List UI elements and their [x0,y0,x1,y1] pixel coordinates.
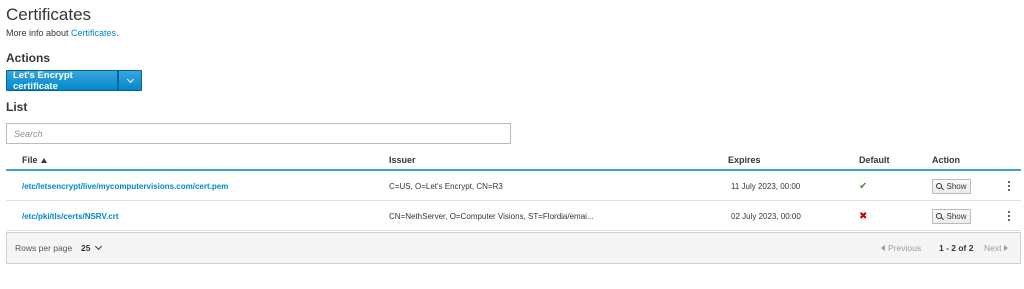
row-action: Show [932,201,971,231]
row-default: ✔ [859,171,867,201]
row-default: ✖ [859,201,867,231]
actions-title: Actions [6,51,51,65]
search-icon [936,182,943,190]
page-range: 1 - 2 of 2 [939,243,974,253]
row-action: Show [932,171,971,201]
rows-per-page-value: 25 [81,243,91,253]
more-info-text: More info about Certificates. [6,28,119,38]
rows-per-page-label: Rows per page [15,243,73,253]
lets-encrypt-dropdown-toggle[interactable] [118,70,142,91]
column-header-expires: Expires [728,155,761,165]
table-header: File Issuer Expires Default Action [6,149,1021,171]
show-button-label: Show [946,181,967,191]
table-row: /etc/letsencrypt/live/mycomputervisions.… [6,171,1021,201]
search-icon [936,212,943,220]
kebab-menu-icon[interactable] [1005,171,1013,201]
check-icon: ✔ [859,180,868,192]
more-info-prefix: More info about [6,28,72,38]
page-title: Certificates [6,5,92,24]
show-button-label: Show [946,211,967,221]
row-file-link[interactable]: /etc/letsencrypt/live/mycomputervisions.… [22,171,228,201]
certificates-link[interactable]: Certificates [71,28,116,38]
more-info-suffix: . [116,28,119,38]
row-issuer: C=US, O=Let's Encrypt, CN=R3 [389,181,503,191]
kebab-menu-icon[interactable] [1005,201,1013,231]
show-button[interactable]: Show [932,208,971,224]
certificates-table: File Issuer Expires Default Action /etc/… [6,149,1021,231]
lets-encrypt-button-group: Let's Encrypt certificate [6,70,142,92]
column-header-action: Action [932,155,960,165]
previous-label: Previous [888,243,922,253]
pagination-bar: Rows per page 25 Previous 1 - 2 of 2 Nex… [6,232,1021,264]
show-button[interactable]: Show [932,178,971,194]
list-title: List [6,100,28,114]
column-header-issuer: Issuer [389,155,416,165]
rows-per-page-select[interactable]: 25 [81,242,103,253]
caret-right-icon [1004,245,1009,251]
next-label: Next [984,243,1002,253]
row-expires: 11 July 2023, 00:00 [731,181,801,191]
cross-icon: ✖ [859,210,868,222]
chevron-down-icon [95,242,103,251]
row-expires: 02 July 2023, 00:00 [731,211,801,221]
lets-encrypt-button[interactable]: Let's Encrypt certificate [6,70,118,92]
row-issuer: CN=NethServer, O=Computer Visions, ST=Fl… [389,211,594,221]
previous-page-button[interactable]: Previous [881,243,921,253]
column-file-label: File [22,155,38,165]
search-input[interactable] [6,123,511,144]
next-page-button[interactable]: Next [984,243,1009,253]
caret-left-icon [881,245,885,251]
chevron-down-icon [126,75,134,83]
sort-ascending-icon [40,157,47,163]
row-file-link[interactable]: /etc/pki/tls/certs/NSRV.crt [22,201,119,231]
table-row: /etc/pki/tls/certs/NSRV.crt CN=NethServe… [6,201,1021,231]
column-header-file[interactable]: File [22,155,47,165]
column-header-default: Default [859,155,890,165]
